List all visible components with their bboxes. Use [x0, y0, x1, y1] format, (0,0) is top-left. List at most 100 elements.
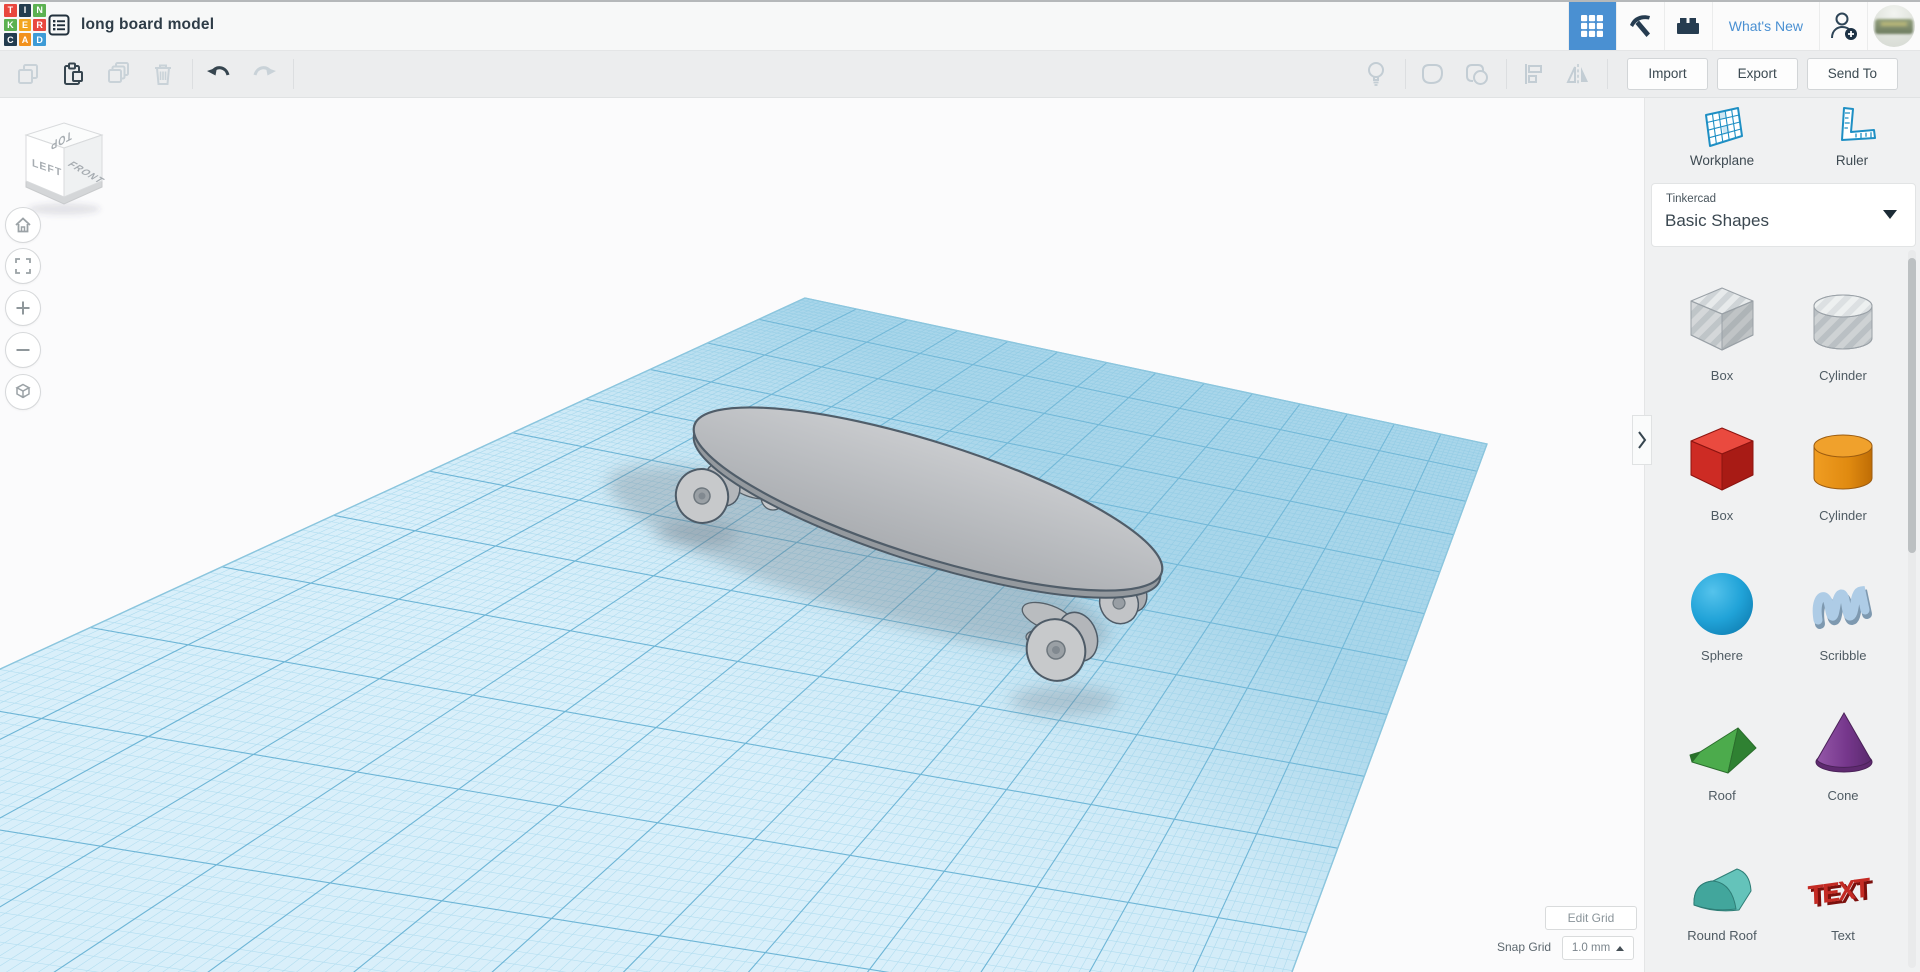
trash-icon [155, 64, 171, 85]
list-icon [48, 14, 70, 36]
whats-new-link[interactable]: What's New [1711, 2, 1819, 50]
snap-grid-value: 1.0 mm [1571, 942, 1611, 954]
shape-label: Sphere [1701, 648, 1743, 663]
viewport-3d[interactable]: TOP LEFT FRONT Edit Grid Snap Grid 1.0 m… [0, 97, 1645, 972]
cylinder-icon [1801, 420, 1885, 504]
logo-tile: N [33, 4, 46, 17]
panel-collapse-handle[interactable] [1632, 415, 1652, 465]
model-layer [607, 406, 1164, 716]
shape-text[interactable]: TEXT TEXT Text [1787, 840, 1899, 943]
undo-icon [207, 65, 230, 76]
brick-button[interactable] [1663, 2, 1712, 50]
zoom-in-button[interactable] [5, 290, 41, 326]
brick-icon [1677, 18, 1700, 34]
align-button[interactable] [1517, 58, 1549, 90]
shapes-panel: Workplane Ruler Tinkercad Basic Shapes B… [1644, 97, 1920, 972]
paste-icon [64, 62, 83, 85]
minecraft-button[interactable] [1615, 2, 1664, 50]
shape-box[interactable]: Box [1666, 420, 1778, 523]
logo-tile: T [4, 4, 17, 17]
mirror-button[interactable] [1562, 58, 1594, 90]
shape-round-roof[interactable]: Round Roof [1666, 840, 1778, 943]
align-icon [1525, 63, 1543, 84]
toolbar-right-group: Import Export Send To [1360, 50, 1898, 97]
shape-scribble[interactable]: Scribble [1787, 560, 1899, 663]
shape-cone[interactable]: Cone [1787, 700, 1899, 803]
send-to-button[interactable]: Send To [1806, 57, 1898, 90]
copy-button[interactable] [12, 58, 44, 90]
undo-button[interactable] [203, 58, 235, 90]
tinkercad-logo: TIN KER CAD [4, 4, 46, 46]
grid-tiles-icon [1581, 15, 1604, 37]
scribble-icon [1801, 560, 1885, 644]
redo-icon [253, 65, 276, 76]
logo-tile: E [18, 18, 32, 32]
ungroup-button[interactable] [1461, 58, 1493, 90]
perspective-cube-icon [15, 383, 31, 399]
person-add-icon [1830, 12, 1857, 40]
home-icon [15, 217, 31, 233]
panel-scrollbar-thumb[interactable] [1908, 258, 1916, 553]
paste-button[interactable] [57, 58, 89, 90]
shape-cylinder[interactable]: Cylinder [1787, 420, 1899, 523]
box-hole-icon [1680, 280, 1764, 364]
edit-grid-button[interactable]: Edit Grid [1545, 906, 1637, 930]
fit-view-button[interactable] [5, 248, 41, 284]
show-all-button[interactable] [1360, 58, 1392, 90]
avatar [1873, 5, 1915, 47]
snap-grid-select[interactable]: 1.0 mm [1562, 936, 1634, 960]
shape-label: Box [1710, 508, 1734, 523]
shape-label: Round Roof [1687, 928, 1757, 943]
design-title[interactable]: long board model [81, 16, 214, 34]
export-button[interactable]: Export [1716, 57, 1798, 90]
ungroup-icon [1466, 63, 1489, 85]
fit-view-icon [15, 258, 31, 274]
box-icon [1680, 420, 1764, 504]
design-menu-button[interactable] [47, 13, 71, 37]
logo-tile: A [18, 33, 32, 46]
round-roof-icon [1680, 840, 1764, 924]
shape-cylinder-hole[interactable]: Cylinder [1787, 280, 1899, 383]
edit-toolbar: Import Export Send To [0, 50, 1920, 98]
app-header: TINKERCAD long board model What's New [0, 0, 1920, 51]
home-view-button[interactable] [5, 207, 41, 243]
logo-tile: K [4, 18, 17, 32]
lightbulb-icon [1368, 61, 1385, 86]
plus-icon [16, 301, 30, 315]
window-top-edge [0, 0, 1920, 2]
header-actions: What's New [1567, 2, 1920, 50]
shape-sphere[interactable]: Sphere [1666, 560, 1778, 663]
sphere-icon [1680, 560, 1764, 644]
dashboard-button[interactable] [1567, 2, 1616, 50]
redo-button[interactable] [248, 58, 280, 90]
chevron-right-icon [1638, 431, 1647, 449]
account-menu[interactable] [1867, 2, 1920, 50]
shape-label: Text [1831, 928, 1855, 943]
caret-up-icon [1616, 945, 1625, 951]
logo-tile: D [33, 33, 46, 46]
shape-label: Cylinder [1819, 508, 1867, 523]
toolbar-separator [293, 58, 294, 89]
toolbar-separator [1506, 58, 1508, 89]
toolbar-left-group [12, 50, 304, 97]
group-button[interactable] [1416, 58, 1448, 90]
cone-icon [1801, 700, 1885, 784]
pickaxe-icon [1630, 15, 1651, 37]
snap-grid-label: Snap Grid [1497, 940, 1552, 954]
duplicate-button[interactable] [102, 58, 134, 90]
mirror-icon [1566, 63, 1589, 84]
shape-label: Roof [1708, 788, 1736, 803]
text-icon: TEXT TEXT [1801, 840, 1885, 924]
add-profile-button[interactable] [1819, 2, 1867, 50]
toolbar-separator [1607, 58, 1609, 89]
delete-button[interactable] [147, 58, 179, 90]
logo-tile: R [33, 18, 46, 32]
minus-icon [16, 349, 30, 351]
shape-label: Scribble [1819, 648, 1867, 663]
shape-box-hole[interactable]: Box [1666, 280, 1778, 383]
shape-roof[interactable]: Roof [1666, 700, 1778, 803]
perspective-toggle-button[interactable] [5, 374, 41, 410]
zoom-out-button[interactable] [5, 332, 41, 368]
copy-icon [18, 63, 38, 84]
import-button[interactable]: Import [1627, 57, 1708, 90]
